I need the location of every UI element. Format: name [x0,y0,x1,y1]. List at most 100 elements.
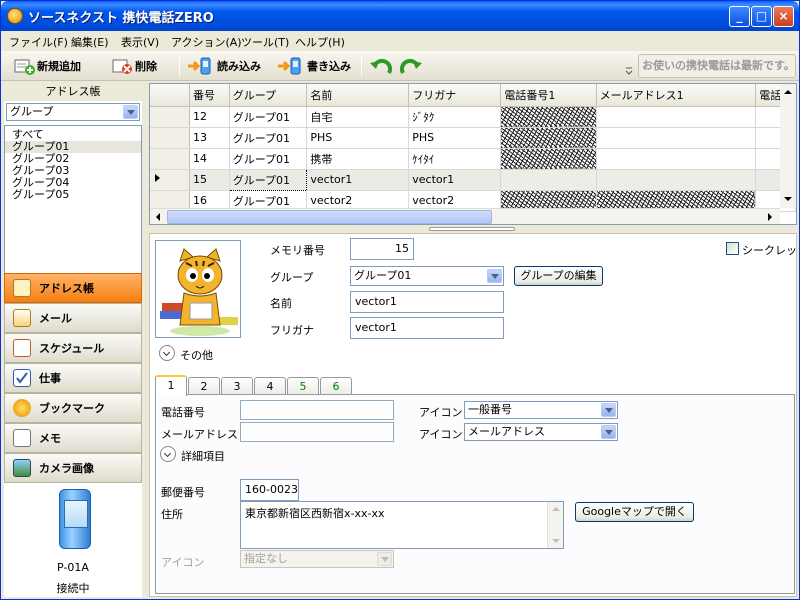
open-google-map-button[interactable]: Googleマップで開く [575,502,694,522]
chevron-down-icon[interactable] [601,403,616,417]
phone-icon-select[interactable]: 一般番号 [464,401,618,419]
menu-action[interactable]: アクション(A) [171,34,242,50]
nav-memo[interactable]: メモ [4,423,142,453]
nav-tasks[interactable]: 仕事 [4,363,142,393]
write-button[interactable]: 書き込み [277,55,351,77]
cell-kana[interactable]: vector1 [408,169,502,191]
other-label[interactable]: その他 [180,347,213,363]
cell-group[interactable]: グループ01 [229,106,308,128]
cell-phone-masked[interactable] [500,148,597,170]
column-header-no[interactable]: 番号 [189,84,230,107]
column-header-group[interactable]: グループ [229,84,308,107]
read-button[interactable]: 読み込み [187,55,261,77]
scroll-right-icon[interactable] [763,210,778,224]
secret-checkbox[interactable] [726,242,739,255]
cell-kana[interactable]: ｹｲﾀｲ [408,148,502,170]
tab-3[interactable]: 3 [221,377,253,395]
group-select[interactable]: グループ01 [350,266,504,286]
details-label[interactable]: 詳細項目 [181,448,225,464]
new-button[interactable]: 新規追加 [13,55,81,77]
cell-group[interactable]: グループ01 [228,168,308,191]
row-header[interactable] [150,106,190,128]
maximize-button[interactable]: □ [751,6,772,27]
address-icon-select[interactable]: 指定なし [240,550,394,568]
cell-email[interactable] [596,106,757,128]
cell-no[interactable]: 13 [189,127,230,149]
group-item-05[interactable]: グループ05 [5,189,141,201]
cell-no[interactable]: 12 [189,106,230,128]
column-header-name[interactable]: 名前 [306,84,410,107]
chevron-down-icon[interactable] [123,105,138,119]
table-row[interactable]: 14 グループ01 携帯 ｹｲﾀｲ [150,148,796,170]
horizontal-scrollbar[interactable] [150,208,780,224]
cell-kana[interactable]: ｼﾞﾀｸ [408,106,502,128]
table-row-selected[interactable]: 15 グループ01 vector1 vector1 [150,168,796,191]
scroll-up-icon[interactable] [781,85,796,100]
memory-number-field[interactable]: 15 [350,238,414,260]
chevron-down-icon[interactable] [377,552,392,566]
expand-details-icon[interactable] [160,446,176,462]
row-header[interactable] [150,169,190,191]
title-bar[interactable]: ソースネクスト 携快電話ZERO _ □ × [1,1,799,31]
email-icon-select[interactable]: メールアドレス [464,423,618,441]
email-field-masked[interactable] [240,422,394,442]
column-header-kana[interactable]: フリガナ [408,84,502,107]
delete-button[interactable]: 削除 [111,55,157,77]
address-scrollbar[interactable] [547,502,563,548]
row-header[interactable] [150,127,190,149]
tab-5[interactable]: 5 [287,377,319,395]
menu-edit[interactable]: 編集(E) [71,34,109,50]
menu-tools[interactable]: ツール(T) [241,34,289,50]
cell-name[interactable]: 携帯 [306,148,410,170]
zip-field[interactable]: 160-0023 [240,479,299,501]
cell-kana[interactable]: PHS [408,127,502,149]
cell-email[interactable] [596,127,757,149]
tab-4[interactable]: 4 [254,377,286,395]
cell-phone-masked[interactable] [500,106,597,128]
tab-6[interactable]: 6 [320,377,352,395]
cell-phone-masked[interactable] [500,127,597,149]
cell-name[interactable]: vector1 [306,169,410,191]
tab-2[interactable]: 2 [188,377,220,395]
contact-avatar[interactable] [155,240,241,338]
toolbar-overflow-icon[interactable] [625,57,634,77]
vertical-splitter[interactable] [143,83,148,597]
cell-group[interactable]: グループ01 [229,127,308,149]
horizontal-scroll-thumb[interactable] [167,210,492,224]
menu-help[interactable]: ヘルプ(H) [295,34,345,50]
chevron-down-icon[interactable] [487,269,502,283]
cell-no[interactable]: 15 [189,169,230,191]
splitter-grip[interactable] [429,227,515,231]
expand-other-icon[interactable] [159,345,175,361]
nav-schedule[interactable]: スケジュール [4,333,142,363]
menu-view[interactable]: 表示(V) [121,34,159,50]
cell-phone-masked[interactable] [500,169,597,191]
kana-field[interactable]: vector1 [350,317,504,339]
close-button[interactable]: × [773,6,794,27]
undo-button[interactable] [369,55,393,77]
cell-name[interactable]: 自宅 [306,106,410,128]
cell-email[interactable] [596,148,757,170]
chevron-down-icon[interactable] [601,425,616,439]
cell-group[interactable]: グループ01 [229,148,308,170]
row-header[interactable] [150,148,190,170]
redo-button[interactable] [399,55,423,77]
phone-number-field-masked[interactable] [240,400,394,420]
vertical-scrollbar[interactable] [780,84,796,208]
cell-no[interactable]: 14 [189,148,230,170]
cell-email-masked[interactable] [596,169,757,191]
table-row[interactable]: 13 グループ01 PHS PHS [150,127,796,149]
horizontal-splitter[interactable] [149,226,797,232]
scroll-down-icon[interactable] [781,192,796,207]
column-header-email1[interactable]: メールアドレス1 [596,84,757,107]
column-header-phone1[interactable]: 電話番号1 [500,84,597,107]
tab-1[interactable]: 1 [155,375,187,396]
edit-group-button[interactable]: グループの編集 [514,266,603,286]
group-filter-select[interactable]: グループ [6,103,140,121]
cell-name[interactable]: PHS [306,127,410,149]
scroll-left-icon[interactable] [151,210,166,224]
nav-mail[interactable]: メール [4,303,142,333]
nav-bookmarks[interactable]: ブックマーク [4,393,142,423]
table-row[interactable]: 12 グループ01 自宅 ｼﾞﾀｸ [150,106,796,128]
address-field[interactable]: 東京都新宿区西新宿x-xx-xx [240,501,564,549]
